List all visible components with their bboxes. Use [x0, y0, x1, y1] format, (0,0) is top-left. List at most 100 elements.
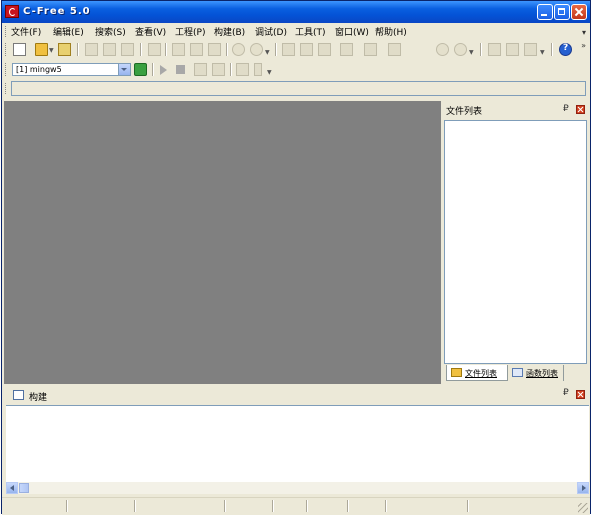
window-dropdown-icon[interactable]: ▼ [540, 49, 545, 56]
panel-close-icon[interactable] [576, 390, 585, 399]
separator [480, 43, 482, 56]
menu-help[interactable]: 帮助(H) [375, 25, 407, 38]
status-divider [467, 500, 469, 512]
compiler-select-value: [1] mingw5 [16, 65, 62, 74]
title-bar[interactable]: C-Free 5.0 [2, 1, 590, 23]
separator [275, 43, 277, 56]
toolbar-grip[interactable] [5, 43, 8, 56]
stop-icon[interactable] [176, 65, 185, 74]
next-bookmark-icon[interactable] [454, 43, 467, 56]
toolbar-grip[interactable] [5, 83, 8, 94]
minimize-button[interactable] [537, 4, 553, 20]
compiler-select[interactable]: [1] mingw5 [12, 63, 131, 76]
build-icon[interactable] [506, 43, 519, 56]
menu-file[interactable]: 文件(F) [11, 25, 41, 38]
close-button[interactable] [571, 4, 587, 20]
window-icon[interactable] [524, 43, 537, 56]
folder-icon [451, 368, 462, 377]
status-divider [134, 500, 136, 512]
main-toolbar: ▼ ▼ ▼ ▼ » [2, 40, 590, 60]
toggle-comment-icon[interactable] [388, 43, 401, 56]
cut-icon[interactable] [172, 43, 185, 56]
app-logo-icon[interactable] [5, 5, 19, 18]
scroll-left-icon[interactable] [6, 482, 18, 494]
chevron-down-icon[interactable] [118, 64, 130, 75]
open-dropdown-icon[interactable]: ▼ [49, 47, 54, 54]
scroll-right-icon[interactable] [577, 482, 589, 494]
status-divider [224, 500, 226, 512]
compile-icon[interactable] [488, 43, 501, 56]
build-output-icon [13, 390, 24, 400]
menu-grip[interactable] [5, 26, 8, 37]
debug-dropdown-icon[interactable]: ▼ [267, 69, 272, 76]
horizontal-scrollbar[interactable] [6, 482, 589, 494]
menu-bar: 文件(F) 编辑(E) 搜索(S) 查看(V) 工程(P) 构建(B) 调试(D… [2, 23, 590, 40]
menu-tools[interactable]: 工具(T) [295, 25, 326, 38]
prev-bookmark-icon[interactable] [436, 43, 449, 56]
new-file-icon[interactable] [13, 43, 26, 56]
goto-icon[interactable] [340, 43, 353, 56]
find-next-icon[interactable] [300, 43, 313, 56]
step-over-icon[interactable] [254, 63, 262, 76]
file-tree[interactable] [444, 120, 587, 364]
build-panel-title: 构建 [29, 393, 48, 403]
menu-project[interactable]: 工程(P) [175, 25, 205, 38]
separator [152, 63, 154, 76]
tab-function-list-label: 函数列表 [526, 369, 558, 378]
file-list-panel: 文件列表 ₽ 文件列表 函数列表 [442, 101, 589, 384]
menu-window[interactable]: 窗口(W) [335, 25, 369, 38]
undo-icon[interactable] [232, 43, 245, 56]
separator [551, 43, 553, 56]
redo-icon[interactable] [250, 43, 263, 56]
menu-build[interactable]: 构建(B) [214, 25, 245, 38]
window-title: C-Free 5.0 [23, 6, 91, 17]
save-all-icon[interactable] [103, 43, 116, 56]
maximize-button[interactable] [554, 4, 570, 20]
print-icon[interactable] [148, 43, 161, 56]
separator [140, 43, 142, 56]
menu-edit[interactable]: 编辑(E) [53, 25, 84, 38]
open-folder-icon[interactable] [58, 43, 71, 56]
separator [226, 43, 228, 56]
tab-file-list-label: 文件列表 [465, 369, 497, 378]
build-toolbar: [1] mingw5 ▼ [2, 61, 590, 79]
help-icon[interactable] [559, 43, 572, 56]
toolbar-overflow-icon[interactable]: » [581, 41, 586, 50]
paste-icon[interactable] [208, 43, 221, 56]
scroll-thumb[interactable] [19, 483, 29, 493]
file-panel-title: 文件列表 [446, 107, 483, 117]
menu-search[interactable]: 搜索(S) [95, 25, 126, 38]
build-output-area[interactable] [6, 405, 589, 483]
separator [165, 43, 167, 56]
save-icon[interactable] [85, 43, 98, 56]
toolbar-grip[interactable] [5, 63, 8, 76]
panel-tabs: 文件列表 函数列表 [444, 365, 587, 383]
run-icon[interactable] [160, 65, 167, 75]
debug-icon[interactable] [194, 63, 207, 76]
arguments-bar [2, 79, 590, 99]
menu-overflow-icon[interactable]: ▾ [582, 28, 586, 37]
editor-area[interactable] [4, 101, 441, 384]
menu-debug[interactable]: 调试(D) [255, 25, 287, 38]
menu-view[interactable]: 查看(V) [135, 25, 166, 38]
status-divider [272, 500, 274, 512]
step-into-icon[interactable] [236, 63, 249, 76]
tab-file-list[interactable]: 文件列表 [446, 365, 508, 381]
arguments-input[interactable] [11, 81, 586, 96]
compile-build-icon[interactable] [134, 63, 147, 76]
tab-function-list[interactable]: 函数列表 [508, 365, 564, 381]
status-divider [306, 500, 308, 512]
copy-icon[interactable] [190, 43, 203, 56]
bookmark-icon[interactable] [364, 43, 377, 56]
bookmark-dropdown-icon[interactable]: ▼ [469, 49, 474, 56]
panel-close-icon[interactable] [576, 105, 585, 114]
find-icon[interactable] [282, 43, 295, 56]
open-file-icon[interactable] [35, 43, 48, 56]
redo-dropdown-icon[interactable]: ▼ [265, 49, 270, 56]
resize-grip-icon[interactable] [578, 503, 588, 513]
pin-icon[interactable]: ₽ [563, 388, 569, 398]
debug-step-icon[interactable] [212, 63, 225, 76]
close-file-icon[interactable] [121, 43, 134, 56]
replace-icon[interactable] [318, 43, 331, 56]
pin-icon[interactable]: ₽ [563, 104, 569, 114]
